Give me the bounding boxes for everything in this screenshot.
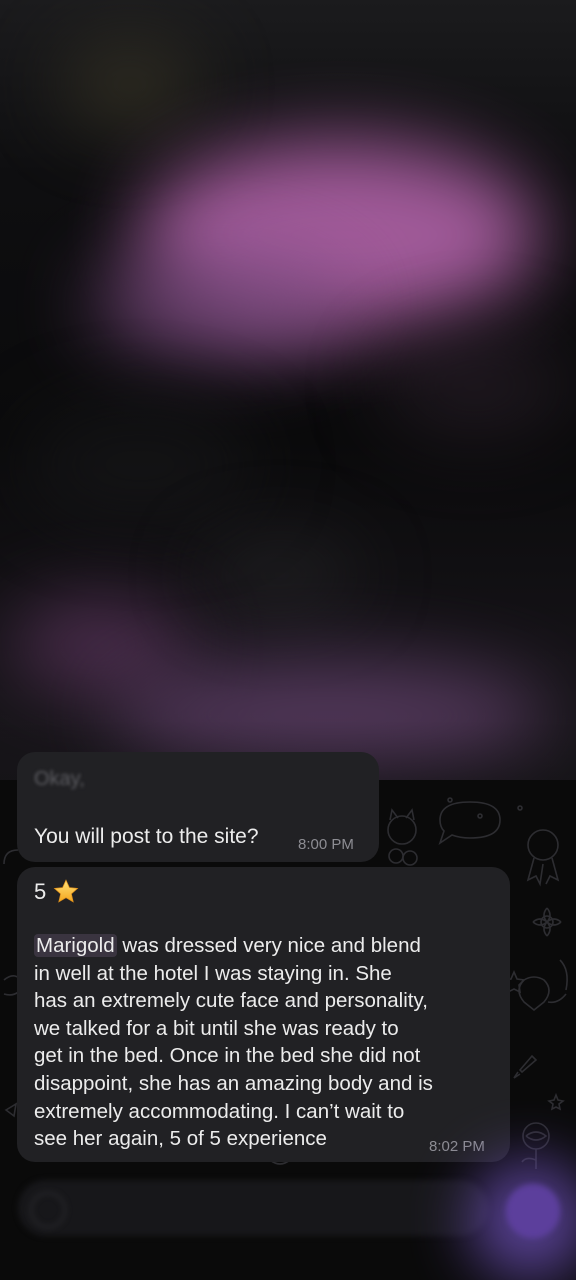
chat-screen: Okay, You will post to the site? 8:00 PM… — [0, 0, 576, 1280]
message-composer[interactable] — [18, 1180, 488, 1236]
rating-value: 5 — [34, 879, 47, 904]
review-message-text: Marigold was dressed very nice and blend… — [34, 932, 496, 1153]
review-body-text: was dressed very nice and blend in well … — [34, 934, 433, 1151]
mention-tag[interactable]: Marigold — [34, 934, 117, 957]
send-button[interactable] — [506, 1184, 560, 1238]
message-text: You will post to the site? — [34, 825, 259, 848]
rating-line: 5 — [34, 878, 80, 906]
star-icon — [53, 879, 79, 903]
message-timestamp: 8:02 PM — [429, 1138, 485, 1155]
quoted-message-preview: Okay, — [34, 768, 85, 790]
blurred-overlay — [0, 0, 576, 800]
message-timestamp: 8:00 PM — [298, 836, 354, 853]
emoji-icon[interactable] — [30, 1192, 66, 1228]
